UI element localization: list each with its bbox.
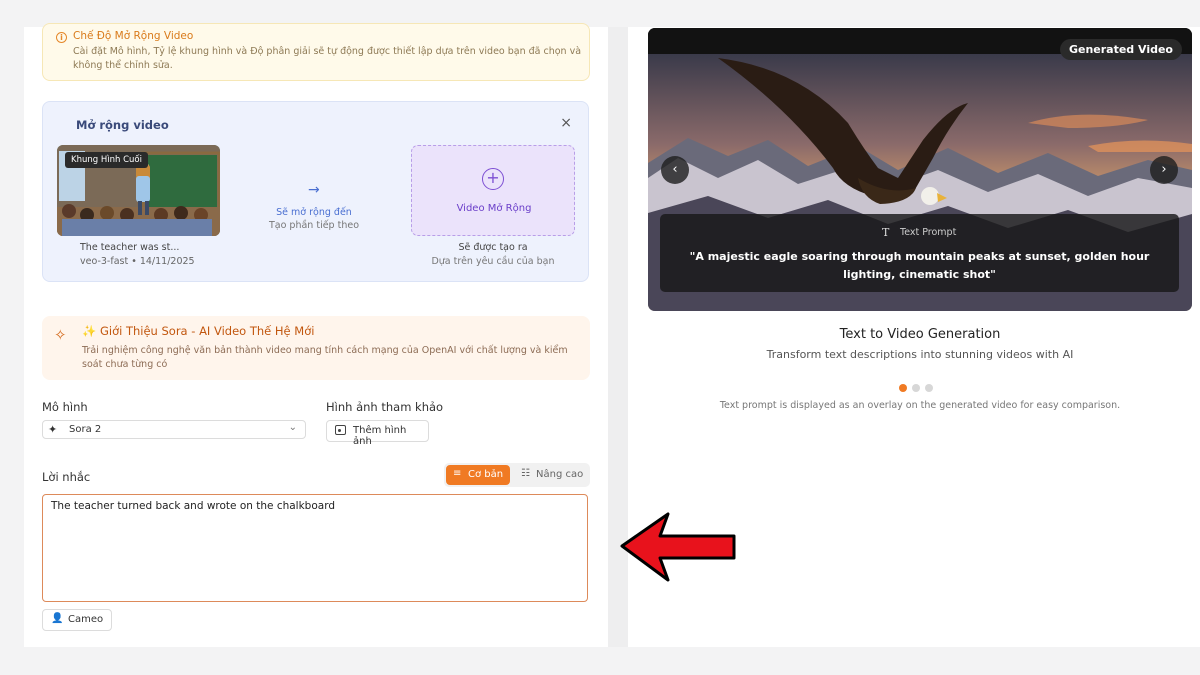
extended-video-placeholder[interactable]: + Video Mở Rộng	[411, 145, 575, 236]
overlay-label: Text Prompt	[900, 227, 957, 238]
lines-icon: ≡	[453, 468, 462, 479]
sliders-icon: ☷	[521, 468, 530, 479]
info-banner-text: Cài đặt Mô hình, Tỷ lệ khung hình và Độ …	[73, 46, 582, 71]
generated-video-badge: Generated Video	[1059, 39, 1182, 60]
mode-advanced-label: Nâng cao	[536, 469, 584, 480]
carousel-prev-button[interactable]: ‹	[661, 156, 689, 184]
chevron-down-icon: ⌄	[288, 422, 297, 433]
generated-video-preview[interactable]: Generated Video ‹ › T Text Prompt "A maj…	[648, 28, 1192, 311]
mode-basic-button[interactable]: ≡ Cơ bản	[446, 465, 510, 485]
preview-note: Text prompt is displayed as an overlay o…	[719, 400, 1121, 411]
plus-circle-icon: +	[482, 168, 504, 190]
sora-banner-title: ✨ Giới Thiệu Sora - AI Video Thế Hệ Mới	[82, 324, 315, 338]
red-arrow-annotation	[620, 512, 736, 582]
extended-video-sub: Dựa trên yêu cầu của bạn	[431, 256, 555, 267]
left-panel: i Chế Độ Mở Rộng Video Cài đặt Mô hình, …	[24, 23, 608, 647]
preview-subtitle: Transform text descriptions into stunnin…	[766, 348, 1074, 361]
model-label: Mô hình	[42, 400, 88, 414]
reference-image-label: Hình ảnh tham khảo	[326, 400, 444, 414]
carousel-dot-2[interactable]	[912, 384, 920, 392]
mode-advanced-button[interactable]: ☷ Nâng cao	[514, 465, 588, 485]
prompt-mode-toggle: ≡ Cơ bản ☷ Nâng cao	[444, 463, 590, 487]
extend-video-card: Mở rộng video × Khung Hình Cuối The teac…	[42, 101, 589, 282]
extend-to-sub: Tạo phần tiếp theo	[268, 220, 360, 231]
source-video-meta: veo-3-fast • 14/11/2025	[80, 256, 195, 267]
preview-title: Text to Video Generation	[839, 327, 1001, 342]
extended-video-label: Video Mở Rộng	[456, 203, 532, 214]
cameo-label: Cameo	[68, 614, 104, 625]
model-select[interactable]: ✦ Sora 2 ⌄	[42, 420, 306, 439]
carousel-next-button[interactable]: ›	[1150, 156, 1178, 184]
text-icon: T	[882, 226, 890, 239]
arrow-right-icon: →	[308, 182, 320, 198]
prompt-textarea[interactable]: The teacher turned back and wrote on the…	[42, 494, 588, 602]
sparkle-model-icon: ✦	[48, 423, 58, 436]
extend-mode-info-banner: i Chế Độ Mở Rộng Video Cài đặt Mô hình, …	[42, 23, 590, 81]
carousel-dot-1[interactable]	[899, 384, 907, 392]
carousel-dot-3[interactable]	[925, 384, 933, 392]
image-icon	[335, 425, 346, 435]
overlay-prompt-quote: "A majestic eagle soaring through mounta…	[689, 250, 1150, 281]
sora-banner-text: Trải nghiệm công nghệ văn bản thành vide…	[82, 345, 568, 370]
text-prompt-overlay: T Text Prompt "A majestic eagle soaring …	[660, 214, 1179, 292]
carousel-dots	[899, 377, 938, 396]
extend-card-title: Mở rộng video	[76, 118, 169, 132]
info-banner-title: Chế Độ Mở Rộng Video	[73, 30, 194, 42]
mode-basic-label: Cơ bản	[468, 469, 504, 480]
prompt-label: Lời nhắc	[42, 470, 91, 484]
add-user-icon: 👤	[51, 613, 64, 624]
sora-intro-banner[interactable]: ✧ ✨ Giới Thiệu Sora - AI Video Thế Hệ Mớ…	[42, 316, 590, 380]
add-image-label: Thêm hình ảnh	[353, 425, 407, 447]
add-image-button[interactable]: Thêm hình ảnh	[326, 420, 429, 447]
extend-to-label: Sẽ mở rộng đến	[276, 207, 352, 218]
sparkles-icon: ✧	[54, 326, 67, 344]
source-video-caption: The teacher was st...	[80, 242, 180, 253]
close-icon[interactable]: ×	[560, 116, 572, 130]
cameo-button[interactable]: 👤 Cameo	[42, 609, 112, 631]
extended-video-caption: Sẽ được tạo ra	[458, 242, 528, 253]
last-frame-badge: Khung Hình Cuối	[65, 152, 148, 168]
info-icon: i	[56, 32, 67, 43]
model-value: Sora 2	[69, 424, 102, 435]
